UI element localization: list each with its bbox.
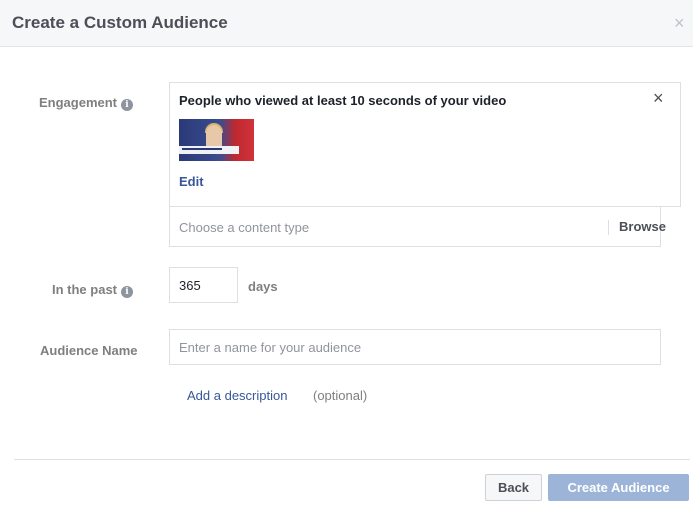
engagement-rule-text: People who viewed at least 10 seconds of… — [179, 93, 507, 108]
engagement-label-text: Engagement — [39, 95, 118, 110]
footer-divider — [14, 459, 690, 460]
dialog-title: Create a Custom Audience — [12, 13, 228, 32]
remove-rule-icon[interactable]: × — [653, 88, 664, 109]
edit-link[interactable]: Edit — [179, 174, 204, 189]
back-button[interactable]: Back — [485, 474, 542, 501]
in-the-past-label: In the past i — [52, 282, 134, 298]
engagement-label: Engagement i — [39, 95, 134, 111]
days-input[interactable] — [169, 267, 238, 303]
dialog-header: Create a Custom Audience × — [0, 0, 693, 47]
content-type-selector[interactable]: Choose a content type Browse — [169, 206, 666, 247]
browse-divider — [608, 220, 609, 235]
info-icon[interactable]: i — [121, 99, 134, 111]
engagement-rule-box: People who viewed at least 10 seconds of… — [169, 82, 681, 207]
add-description-link[interactable]: Add a description — [187, 388, 287, 403]
days-unit-label: days — [248, 279, 278, 294]
info-icon[interactable]: i — [121, 286, 134, 298]
content-type-placeholder: Choose a content type — [179, 220, 310, 235]
optional-label: (optional) — [313, 388, 368, 403]
audience-name-label: Audience Name — [40, 343, 138, 358]
video-thumbnail — [179, 119, 254, 161]
in-the-past-label-text: In the past — [52, 282, 118, 297]
browse-button[interactable]: Browse — [619, 219, 666, 234]
create-audience-button[interactable]: Create Audience — [548, 474, 689, 501]
close-icon[interactable]: × — [674, 14, 685, 32]
audience-name-input[interactable] — [169, 329, 661, 365]
